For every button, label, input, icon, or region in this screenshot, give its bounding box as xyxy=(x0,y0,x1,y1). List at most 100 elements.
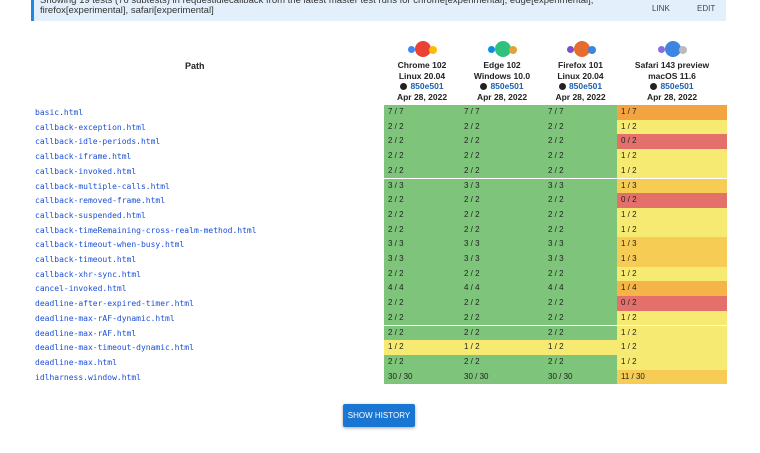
result-cell[interactable]: 30 / 30 xyxy=(460,369,544,385)
test-path-link[interactable]: callback-timeout-when-busy.html xyxy=(35,240,184,249)
result-cell[interactable]: 2 / 2 xyxy=(460,134,544,150)
result-cell[interactable]: 2 / 2 xyxy=(384,354,460,370)
result-cell[interactable]: 0 / 2 xyxy=(617,193,727,208)
result-cell[interactable]: 2 / 2 xyxy=(384,266,460,282)
test-path-link[interactable]: callback-idle-periods.html xyxy=(35,137,160,146)
result-cell[interactable]: 1 / 2 xyxy=(617,207,727,223)
result-cell[interactable]: 1 / 2 xyxy=(617,340,727,355)
run-sha-text[interactable]: 850e501 xyxy=(660,81,693,91)
result-cell[interactable]: 2 / 2 xyxy=(460,354,544,370)
result-cell[interactable]: 4 / 4 xyxy=(384,281,460,297)
result-cell[interactable]: 1 / 2 xyxy=(617,222,727,238)
result-cell[interactable]: 7 / 7 xyxy=(384,105,460,120)
result-cell[interactable]: 1 / 2 xyxy=(617,325,727,341)
result-cell[interactable]: 1 / 3 xyxy=(617,237,727,252)
result-cell[interactable]: 4 / 4 xyxy=(460,281,544,297)
result-cell[interactable]: 3 / 3 xyxy=(384,178,460,194)
result-cell[interactable]: 2 / 2 xyxy=(460,119,544,135)
test-path-link[interactable]: deadline-max-rAF.html xyxy=(35,329,136,338)
result-cell[interactable]: 2 / 2 xyxy=(544,266,617,282)
result-cell[interactable]: 2 / 2 xyxy=(460,310,544,326)
result-cell[interactable]: 2 / 2 xyxy=(544,296,617,311)
test-path-link[interactable]: cancel-invoked.html xyxy=(35,284,127,293)
run-sha[interactable]: 850e501 xyxy=(381,81,463,92)
result-cell[interactable]: 2 / 2 xyxy=(544,193,617,208)
result-cell[interactable]: 2 / 2 xyxy=(384,193,460,208)
run-sha[interactable]: 850e501 xyxy=(540,81,622,92)
result-cell[interactable]: 7 / 7 xyxy=(544,105,617,120)
result-cell[interactable]: 2 / 2 xyxy=(384,207,460,223)
run-sha[interactable]: 850e501 xyxy=(461,81,543,92)
result-cell[interactable]: 2 / 2 xyxy=(384,222,460,238)
result-cell[interactable]: 1 / 2 xyxy=(617,266,727,282)
result-cell[interactable]: 3 / 3 xyxy=(460,237,544,252)
test-path-link[interactable]: callback-removed-frame.html xyxy=(35,196,165,205)
result-cell[interactable]: 2 / 2 xyxy=(544,119,617,135)
result-cell[interactable]: 2 / 2 xyxy=(544,325,617,341)
result-cell[interactable]: 2 / 2 xyxy=(460,207,544,223)
result-cell[interactable]: 2 / 2 xyxy=(460,163,544,179)
result-cell[interactable]: 3 / 3 xyxy=(460,252,544,267)
result-cell[interactable]: 3 / 3 xyxy=(460,178,544,194)
test-path-link[interactable]: idlharness.window.html xyxy=(35,373,141,382)
result-cell[interactable]: 1 / 4 xyxy=(617,281,727,297)
result-cell[interactable]: 2 / 2 xyxy=(384,310,460,326)
result-cell[interactable]: 2 / 2 xyxy=(544,149,617,164)
result-cell[interactable]: 2 / 2 xyxy=(460,325,544,341)
result-cell[interactable]: 2 / 2 xyxy=(544,207,617,223)
result-cell[interactable]: 2 / 2 xyxy=(384,119,460,135)
test-path-link[interactable]: deadline-max-rAF-dynamic.html xyxy=(35,314,175,323)
result-cell[interactable]: 1 / 2 xyxy=(384,340,460,355)
result-cell[interactable]: 2 / 2 xyxy=(384,149,460,164)
result-cell[interactable]: 2 / 2 xyxy=(544,310,617,326)
result-cell[interactable]: 2 / 2 xyxy=(460,222,544,238)
result-cell[interactable]: 2 / 2 xyxy=(460,266,544,282)
run-sha-text[interactable]: 850e501 xyxy=(569,81,602,91)
test-path-link[interactable]: callback-invoked.html xyxy=(35,167,136,176)
test-path-link[interactable]: basic.html xyxy=(35,108,83,117)
test-path-link[interactable]: deadline-max-timeout-dynamic.html xyxy=(35,343,194,352)
result-cell[interactable]: 3 / 3 xyxy=(544,237,617,252)
edit-button[interactable]: EDIT xyxy=(697,4,715,14)
link-button[interactable]: LINK xyxy=(652,4,670,14)
result-cell[interactable]: 0 / 2 xyxy=(617,296,727,311)
test-path-link[interactable]: deadline-max.html xyxy=(35,358,117,367)
result-cell[interactable]: 2 / 2 xyxy=(544,163,617,179)
test-path-link[interactable]: callback-timeout.html xyxy=(35,255,136,264)
test-path-link[interactable]: deadline-after-expired-timer.html xyxy=(35,299,194,308)
result-cell[interactable]: 30 / 30 xyxy=(544,369,617,385)
result-cell[interactable]: 1 / 2 xyxy=(460,340,544,355)
result-cell[interactable]: 2 / 2 xyxy=(544,134,617,150)
result-cell[interactable]: 0 / 2 xyxy=(617,134,727,150)
result-cell[interactable]: 4 / 4 xyxy=(544,281,617,297)
test-path-link[interactable]: callback-iframe.html xyxy=(35,152,131,161)
test-path-link[interactable]: callback-xhr-sync.html xyxy=(35,270,141,279)
result-cell[interactable]: 1 / 2 xyxy=(617,163,727,179)
test-path-link[interactable]: callback-multiple-calls.html xyxy=(35,182,170,191)
result-cell[interactable]: 1 / 7 xyxy=(617,105,727,120)
result-cell[interactable]: 1 / 2 xyxy=(617,354,727,370)
result-cell[interactable]: 2 / 2 xyxy=(384,163,460,179)
result-cell[interactable]: 1 / 2 xyxy=(544,340,617,355)
run-sha[interactable]: 850e501 xyxy=(631,81,713,92)
test-path-link[interactable]: callback-suspended.html xyxy=(35,211,146,220)
test-path-link[interactable]: callback-timeRemaining-cross-realm-metho… xyxy=(35,226,257,235)
result-cell[interactable]: 30 / 30 xyxy=(384,369,460,385)
result-cell[interactable]: 7 / 7 xyxy=(460,105,544,120)
result-cell[interactable]: 3 / 3 xyxy=(544,178,617,194)
result-cell[interactable]: 11 / 30 xyxy=(617,369,727,385)
result-cell[interactable]: 2 / 2 xyxy=(384,325,460,341)
result-cell[interactable]: 3 / 3 xyxy=(384,237,460,252)
result-cell[interactable]: 2 / 2 xyxy=(460,296,544,311)
result-cell[interactable]: 1 / 2 xyxy=(617,119,727,135)
result-cell[interactable]: 3 / 3 xyxy=(384,252,460,267)
result-cell[interactable]: 2 / 2 xyxy=(460,149,544,164)
result-cell[interactable]: 2 / 2 xyxy=(384,296,460,311)
result-cell[interactable]: 1 / 2 xyxy=(617,149,727,164)
result-cell[interactable]: 1 / 3 xyxy=(617,178,727,194)
result-cell[interactable]: 1 / 3 xyxy=(617,252,727,267)
result-cell[interactable]: 2 / 2 xyxy=(544,354,617,370)
result-cell[interactable]: 2 / 2 xyxy=(544,222,617,238)
run-sha-text[interactable]: 850e501 xyxy=(410,81,443,91)
run-sha-text[interactable]: 850e501 xyxy=(490,81,523,91)
